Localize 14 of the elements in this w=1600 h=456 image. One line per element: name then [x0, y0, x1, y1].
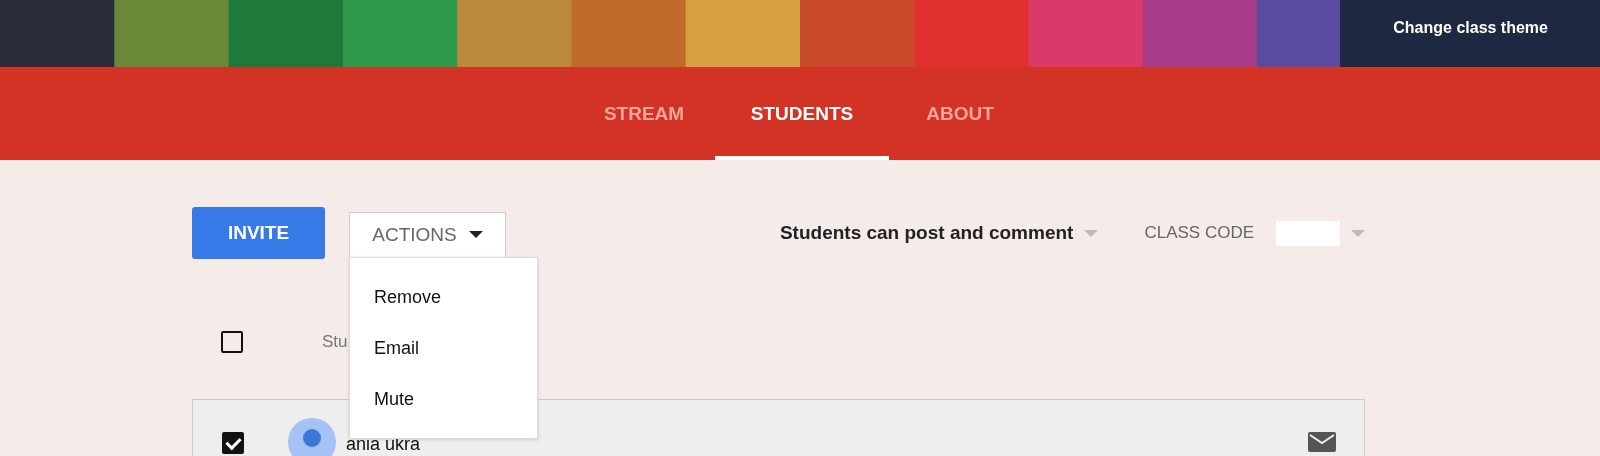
menu-item[interactable]: Remove — [350, 283, 537, 335]
caret-icon — [468, 231, 483, 238]
email-icon[interactable] — [1308, 432, 1336, 452]
tab[interactable]: STUDENTS — [715, 67, 889, 160]
column-header: Stu — [322, 332, 348, 352]
actions-button[interactable]: ACTIONS — [349, 211, 506, 258]
select-all-checkbox[interactable] — [221, 331, 243, 353]
change-theme-link[interactable]: Change class theme — [1393, 19, 1548, 37]
class-code-label: CLASS CODE — [1144, 223, 1254, 243]
avatar-icon — [288, 418, 336, 456]
menu-item[interactable]: Email — [350, 334, 537, 387]
permission-dropdown[interactable]: Students can post and comment — [779, 222, 1074, 244]
invite-button[interactable]: INVITE — [192, 207, 325, 259]
student-checkbox[interactable] — [222, 432, 244, 454]
